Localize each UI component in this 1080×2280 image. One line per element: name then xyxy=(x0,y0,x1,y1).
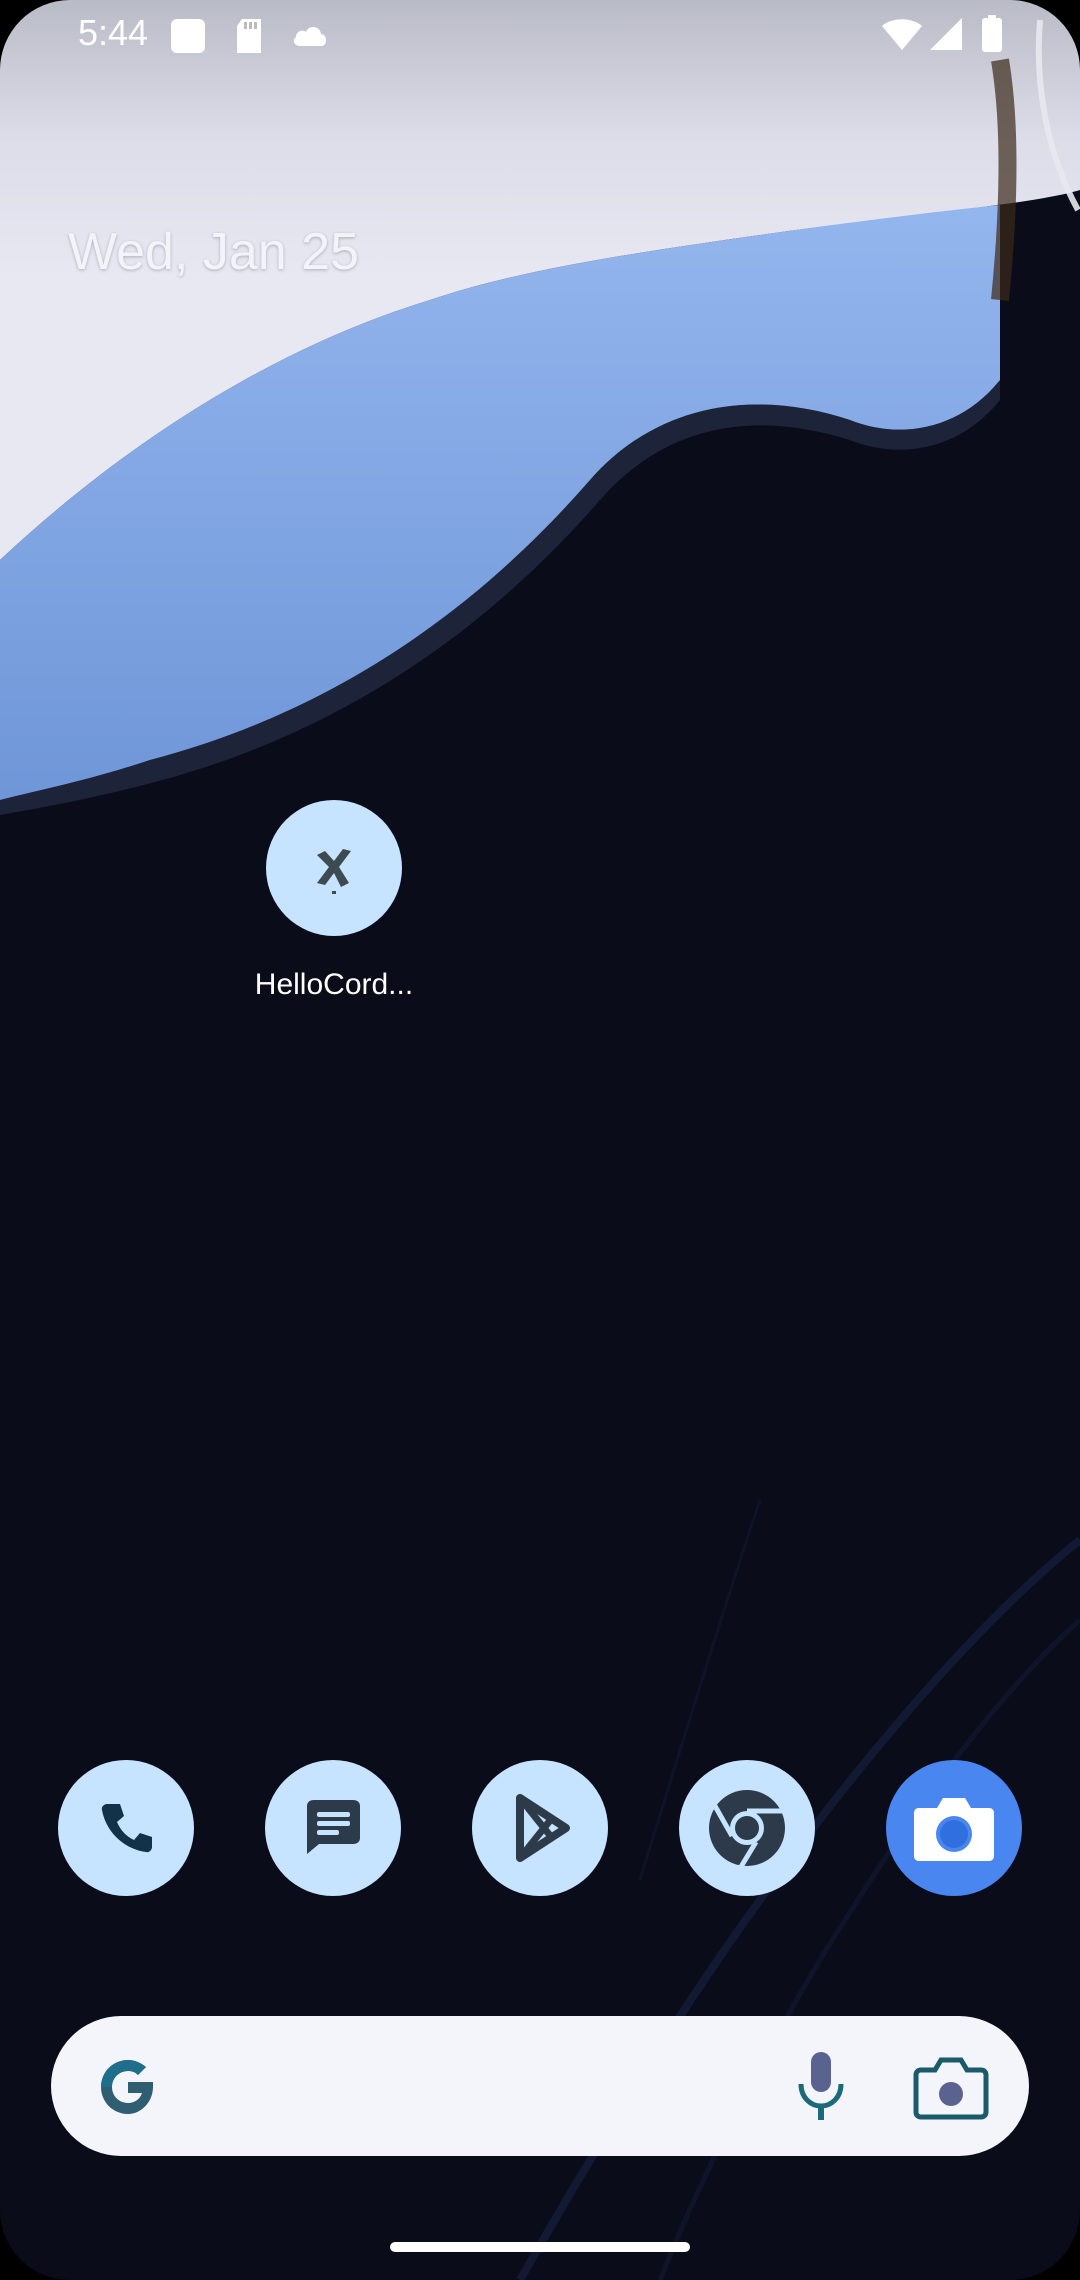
sd-card-icon xyxy=(237,19,261,53)
chrome-icon[interactable] xyxy=(679,1760,815,1896)
google-search-bar[interactable] xyxy=(51,2016,1029,2156)
status-bar: 5:44 xyxy=(0,0,1080,70)
status-time: 5:44 xyxy=(78,12,149,53)
messages-icon[interactable] xyxy=(265,1760,401,1896)
microphone-icon[interactable] xyxy=(791,2048,851,2128)
app-label: HelloCord... xyxy=(254,968,414,1001)
gesture-navigation-handle[interactable] xyxy=(390,2242,690,2252)
date-widget[interactable]: Wed, Jan 25 xyxy=(68,222,359,282)
wifi-icon xyxy=(882,19,922,50)
cloud-icon xyxy=(293,26,327,46)
phone-icon[interactable] xyxy=(58,1760,194,1896)
hellocordova-icon[interactable] xyxy=(266,800,402,936)
battery-icon xyxy=(982,15,1002,52)
camera-icon[interactable] xyxy=(886,1760,1022,1896)
app-shortcut-hellocordova[interactable]: HelloCord... xyxy=(255,800,413,1002)
google-g-icon[interactable] xyxy=(93,2052,163,2122)
lens-icon[interactable] xyxy=(911,2050,991,2124)
cellular-signal-icon xyxy=(930,18,962,50)
home-screen: 5:44 Wed, Jan 25 HelloCord... xyxy=(0,0,1080,2280)
wallpaper xyxy=(0,0,1080,900)
app-square-icon xyxy=(171,19,205,53)
play-store-icon[interactable] xyxy=(472,1760,608,1896)
